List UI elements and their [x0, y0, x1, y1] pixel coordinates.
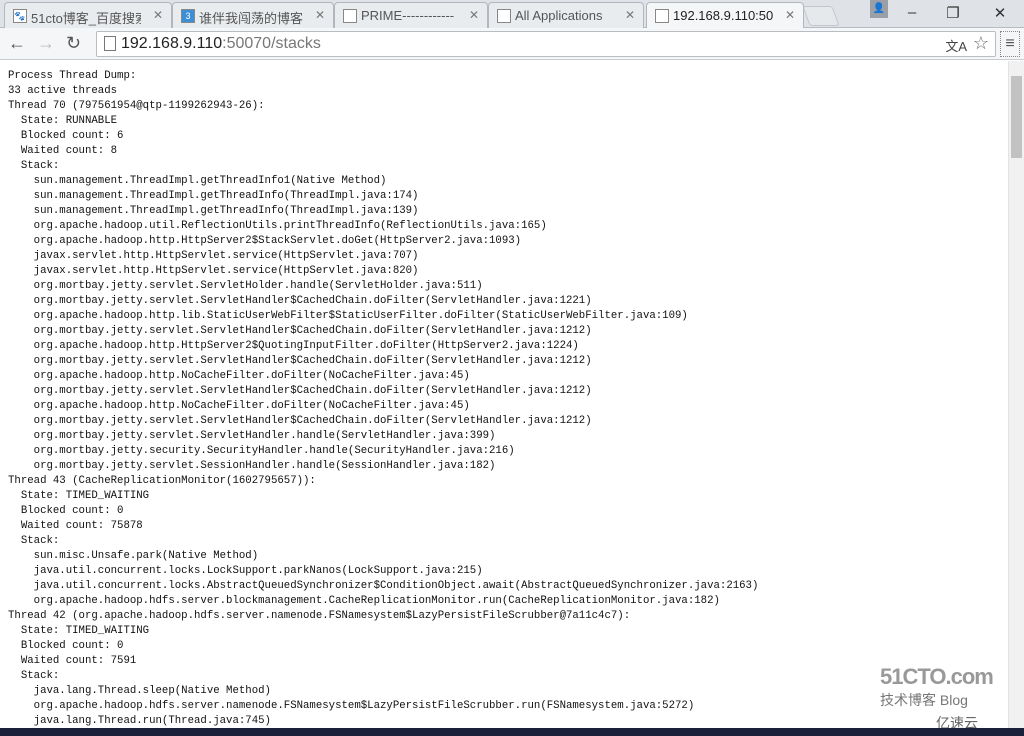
scrollbar-thumb[interactable] [1011, 76, 1022, 158]
tab-strip: 🐾51cto博客_百度搜索✕ 3谁伴我闯荡的博客管理✕ PRIME-------… [0, 0, 1024, 29]
close-tab-icon[interactable]: ✕ [469, 8, 479, 22]
menu-icon[interactable]: ≡ [1000, 31, 1020, 57]
dump-line: Thread 42 (org.apache.hadoop.hdfs.server… [8, 610, 631, 622]
dump-line: Blocked count: 6 [8, 130, 124, 142]
blog-icon: 3 [181, 9, 195, 23]
dump-line: Stack: [8, 535, 60, 547]
close-window-button[interactable]: ✕ [985, 4, 1015, 22]
dump-line: Waited count: 75878 [8, 520, 143, 532]
dump-line: org.mortbay.jetty.servlet.ServletHandler… [8, 295, 592, 307]
dump-line: org.mortbay.jetty.servlet.ServletHandler… [8, 430, 496, 442]
dump-line: java.lang.Thread.run(Thread.java:745) [8, 715, 271, 727]
scrollbar[interactable] [1008, 61, 1024, 728]
dump-line: sun.management.ThreadImpl.getThreadInfo1… [8, 175, 387, 187]
dump-line: org.mortbay.jetty.servlet.ServletHandler… [8, 385, 592, 397]
dump-line: org.apache.hadoop.http.NoCacheFilter.doF… [8, 370, 470, 382]
dump-line: org.mortbay.jetty.servlet.ServletHandler… [8, 355, 592, 367]
dump-line: org.apache.hadoop.hdfs.server.namenode.F… [8, 700, 695, 712]
dump-line: org.apache.hadoop.hdfs.server.blockmanag… [8, 595, 720, 607]
tab-1[interactable]: 3谁伴我闯荡的博客管理✕ [172, 2, 334, 28]
restore-button[interactable]: ❐ [938, 4, 968, 22]
new-tab-button[interactable] [802, 6, 840, 26]
page-icon [343, 9, 357, 23]
dump-line: org.mortbay.jetty.servlet.ServletHandler… [8, 415, 592, 427]
dump-line: Process Thread Dump: [8, 70, 137, 82]
profile-icon[interactable]: 👤 [870, 0, 888, 18]
dump-line: javax.servlet.http.HttpServlet.service(H… [8, 265, 419, 277]
tab-2[interactable]: PRIME------------ ✕ [334, 2, 488, 28]
dump-line: org.mortbay.jetty.security.SecurityHandl… [8, 445, 515, 457]
dump-line: Thread 70 (797561954@qtp-1199262943-26): [8, 100, 265, 112]
dump-line: org.mortbay.jetty.servlet.ServletHolder.… [8, 280, 483, 292]
tab-3[interactable]: All Applications ✕ [488, 2, 644, 28]
close-tab-icon[interactable]: ✕ [625, 8, 635, 22]
page-icon [104, 36, 116, 51]
url-text[interactable]: 192.168.9.110:50070/stacks [121, 35, 321, 53]
dump-line: Blocked count: 0 [8, 505, 124, 517]
tab-0[interactable]: 🐾 51cto博客_百度搜索 ✕ [4, 2, 172, 28]
dump-line: Waited count: 8 [8, 145, 118, 157]
forward-icon[interactable]: → [37, 33, 55, 54]
dump-line: org.apache.hadoop.http.HttpServer2$Quoti… [8, 340, 579, 352]
reload-icon[interactable]: ↻ [66, 33, 81, 54]
browser-toolbar: ← → ↻ 192.168.9.110:50070/stacks 文A ☆ ≡ [0, 28, 1024, 60]
dump-line: Blocked count: 0 [8, 640, 124, 652]
page-icon [497, 9, 511, 23]
dump-line: org.apache.hadoop.http.NoCacheFilter.doF… [8, 400, 470, 412]
address-bar[interactable]: 192.168.9.110:50070/stacks 文A ☆ [96, 31, 996, 57]
dump-line: org.apache.hadoop.http.HttpServer2$Stack… [8, 235, 522, 247]
paw-icon: 🐾 [13, 9, 27, 23]
dump-line: org.apache.hadoop.util.ReflectionUtils.p… [8, 220, 547, 232]
page-content: Process Thread Dump: 33 active threads Thr… [0, 61, 1008, 728]
dump-line: Thread 43 (CacheReplicationMonitor(16027… [8, 475, 316, 487]
dump-line: java.util.concurrent.locks.LockSupport.p… [8, 565, 483, 577]
bookmark-star-icon[interactable]: ☆ [973, 33, 989, 54]
translate-icon[interactable]: 文A [945, 36, 967, 55]
page-icon [655, 9, 669, 23]
dump-line: Waited count: 7591 [8, 655, 137, 667]
dump-line: Stack: [8, 670, 60, 682]
dump-line: 33 active threads [8, 85, 118, 97]
dump-line: sun.management.ThreadImpl.getThreadInfo(… [8, 190, 419, 202]
dump-line: sun.management.ThreadImpl.getThreadInfo(… [8, 205, 419, 217]
dump-line: java.lang.Thread.sleep(Native Method) [8, 685, 271, 697]
dump-line: org.mortbay.jetty.servlet.ServletHandler… [8, 325, 592, 337]
close-tab-icon[interactable]: ✕ [785, 8, 795, 22]
close-tab-icon[interactable]: ✕ [153, 8, 163, 22]
back-icon[interactable]: ← [8, 33, 26, 54]
dump-line: Stack: [8, 160, 60, 172]
dump-line: org.mortbay.jetty.servlet.SessionHandler… [8, 460, 496, 472]
dump-line: java.util.concurrent.locks.AbstractQueue… [8, 580, 759, 592]
dump-line: State: TIMED_WAITING [8, 490, 150, 502]
close-tab-icon[interactable]: ✕ [315, 8, 325, 22]
minimize-button[interactable]: – [897, 4, 927, 21]
tab-4-active[interactable]: 192.168.9.110:50070/stacks✕ [646, 2, 804, 29]
watermark-51cto: 51CTO.com 技术博客 Blog [880, 664, 994, 708]
thread-dump: Process Thread Dump: 33 active threads Thr… [8, 69, 1008, 728]
dump-line: State: TIMED_WAITING [8, 625, 150, 637]
dump-line: State: RUNNABLE [8, 115, 118, 127]
dump-line: sun.misc.Unsafe.park(Native Method) [8, 550, 259, 562]
taskbar [0, 728, 1024, 736]
dump-line: javax.servlet.http.HttpServlet.service(H… [8, 250, 419, 262]
dump-line: org.apache.hadoop.http.lib.StaticUserWeb… [8, 310, 688, 322]
